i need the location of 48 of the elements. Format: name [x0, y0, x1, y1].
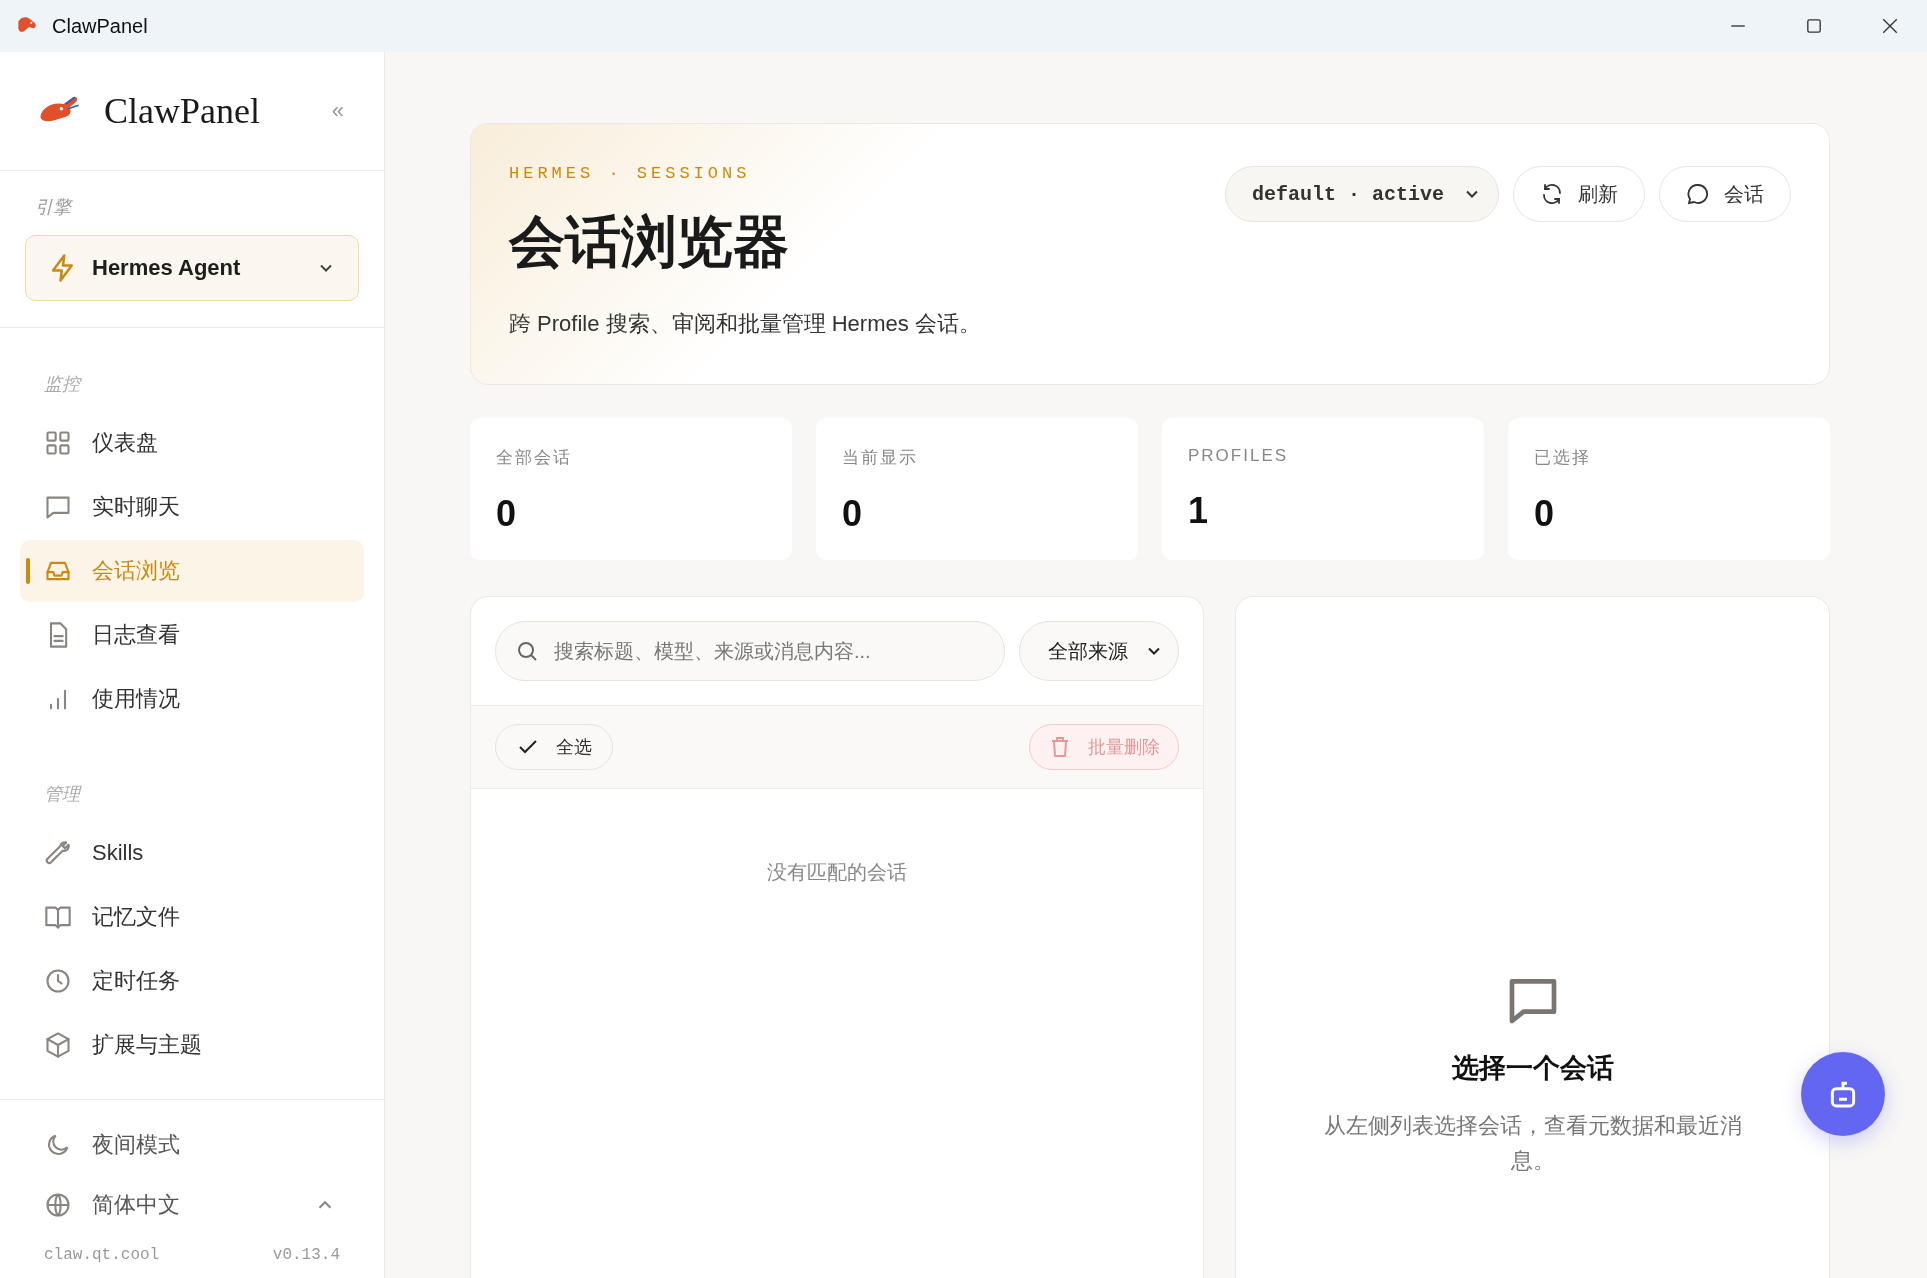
- stat-label: 当前显示: [842, 447, 919, 469]
- wrench-icon: [44, 839, 72, 867]
- select-all-button[interactable]: 全选: [495, 724, 613, 770]
- stat-label: 已选择: [1534, 447, 1592, 469]
- globe-icon: [44, 1191, 72, 1219]
- page-title: 会话浏览器: [509, 209, 790, 275]
- maximize-icon[interactable]: [1805, 17, 1823, 35]
- stat-value: 0: [496, 493, 518, 535]
- stat-value: 0: [842, 493, 864, 535]
- grid-icon: [44, 429, 72, 457]
- section-label: 监控: [43, 373, 83, 396]
- stat-label: 全部会话: [496, 447, 573, 469]
- section-label: 管理: [43, 783, 83, 806]
- search-icon: [515, 639, 539, 663]
- version-label: v0.13.4: [272, 1246, 340, 1264]
- stat-value: 0: [1534, 493, 1556, 535]
- close-icon[interactable]: [1881, 17, 1899, 35]
- clock-icon: [44, 967, 72, 995]
- empty-message: 没有匹配的会话: [766, 860, 908, 885]
- sidebar-item[interactable]: 扩展与主题: [20, 1014, 364, 1076]
- engine-select[interactable]: Hermes Agent: [25, 235, 359, 301]
- detail-text: 从左侧列表选择会话，查看元数据和最近消息。: [1322, 1112, 1743, 1176]
- sidebar-item[interactable]: 记忆文件: [20, 886, 364, 948]
- detail-title: 选择一个会话: [1451, 1052, 1614, 1085]
- refresh-button[interactable]: 刷新: [1513, 166, 1645, 222]
- search-field[interactable]: 搜索标题、模型、来源或消息内容...: [495, 621, 1005, 681]
- window-title: ClawPanel: [52, 14, 148, 38]
- stat-label: PROFILES: [1188, 446, 1290, 466]
- assistant-button[interactable]: [1801, 1052, 1885, 1136]
- sidebar-item[interactable]: 实时聊天: [20, 476, 364, 538]
- stat-value: 1: [1188, 490, 1210, 532]
- section-label: 引擎: [34, 196, 74, 219]
- sidebar-item[interactable]: 夜间模式: [20, 1116, 364, 1174]
- sidebar-item[interactable]: 定时任务: [20, 950, 364, 1012]
- page-description: 跨 Profile 搜索、审阅和批量管理 Hermes 会话。: [509, 310, 981, 338]
- sidebar-item[interactable]: Skills: [20, 822, 364, 884]
- profile-select[interactable]: default · active: [1224, 166, 1499, 222]
- refresh-icon: [1540, 182, 1564, 206]
- chat-bubble-icon: [1686, 182, 1710, 206]
- sidebar-item[interactable]: 日志查看: [20, 604, 364, 666]
- chat-button[interactable]: 会话: [1659, 166, 1791, 222]
- sidebar-item[interactable]: 仪表盘: [20, 412, 364, 474]
- brand-name: ClawPanel: [104, 90, 260, 132]
- eyebrow-label: HERMES · SESSIONS: [509, 164, 752, 183]
- cube-icon: [44, 1031, 72, 1059]
- sidebar-item[interactable]: 使用情况: [20, 668, 364, 730]
- sidebar-item[interactable]: 简体中文: [20, 1176, 364, 1234]
- source-select[interactable]: 全部来源: [1019, 621, 1179, 681]
